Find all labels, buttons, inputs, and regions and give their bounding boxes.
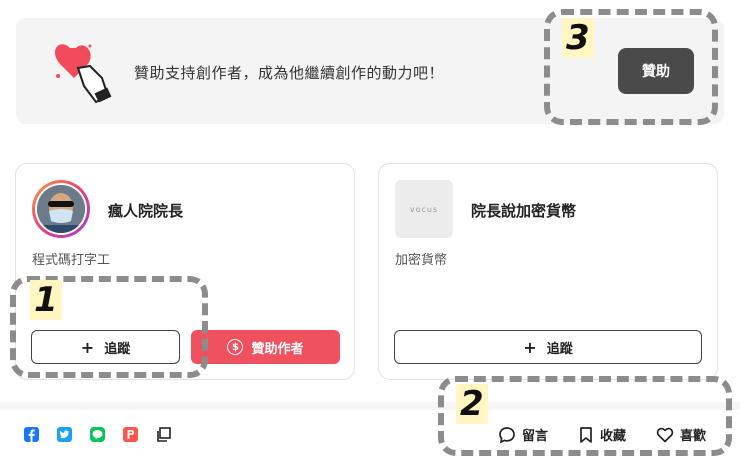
facebook-icon[interactable]: [24, 427, 39, 442]
plurk-icon[interactable]: [123, 427, 138, 442]
follow-label: 追蹤: [546, 341, 573, 357]
follow-button[interactable]: + 追蹤: [394, 330, 702, 364]
annotation-number-2: 2: [456, 384, 488, 424]
sponsor-author-button[interactable]: $ 贊助作者: [191, 330, 340, 364]
author-description: 程式碼打字工: [32, 253, 111, 268]
twitter-icon[interactable]: [57, 427, 72, 442]
copy-link-icon[interactable]: [156, 427, 171, 442]
avatar[interactable]: [32, 180, 90, 238]
line-icon[interactable]: [90, 427, 105, 442]
sponsor-label: 贊助作者: [251, 341, 304, 357]
publication-description: 加密貨幣: [395, 253, 448, 268]
heart-hand-illustration: [50, 38, 118, 104]
share-bar: [24, 427, 171, 442]
publication-card: vocus 院長說加密貨幣 加密貨幣 + 追蹤: [378, 163, 718, 380]
annotation-number-1: 1: [30, 280, 62, 320]
banner-message: 贊助支持創作者，成為他繼續創作的動力吧！: [134, 64, 445, 82]
publication-name[interactable]: 院長說加密貨幣: [471, 200, 576, 221]
author-name[interactable]: 瘋人院院長: [108, 200, 183, 221]
plus-icon: +: [523, 337, 537, 357]
vocus-logo[interactable]: vocus: [395, 180, 453, 238]
annotation-number-3: 3: [562, 18, 594, 58]
dollar-icon: $: [227, 339, 244, 355]
vocus-logo-text: vocus: [409, 204, 439, 214]
